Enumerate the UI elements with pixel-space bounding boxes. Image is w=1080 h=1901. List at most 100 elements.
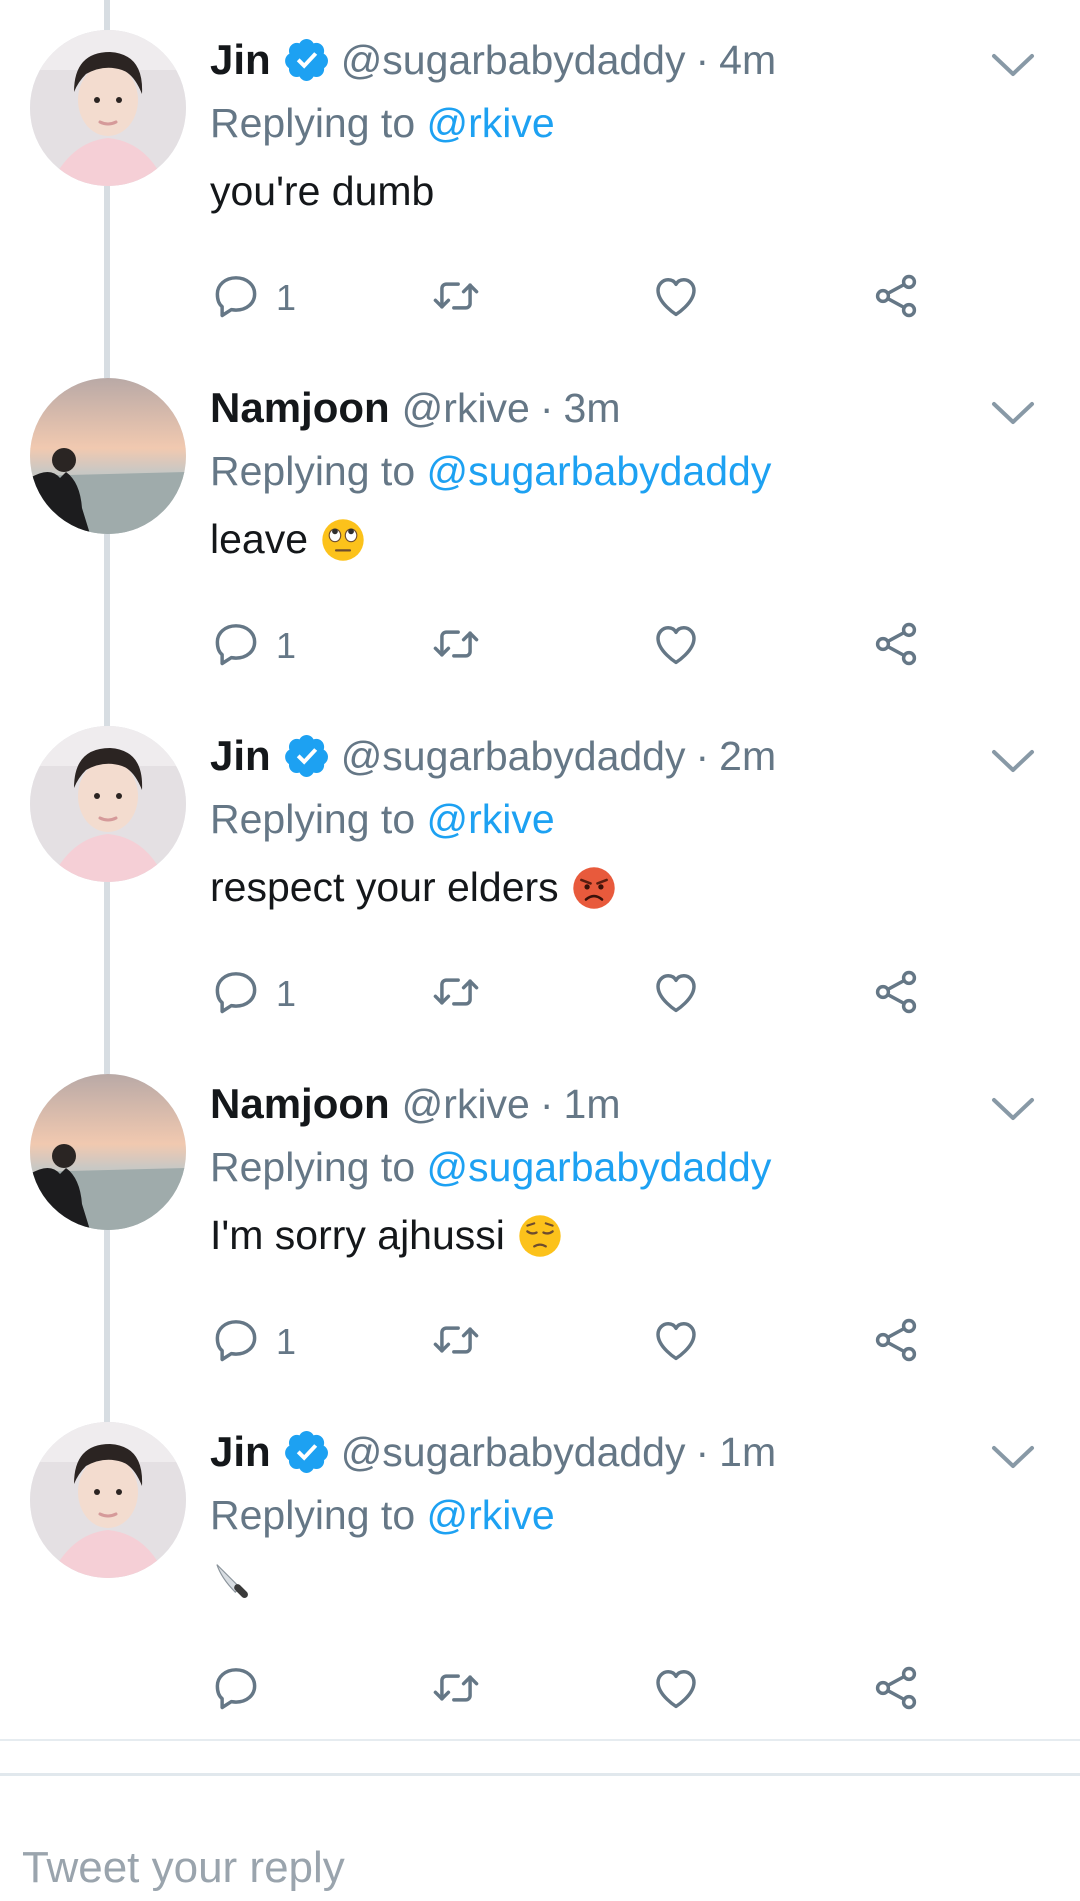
- tweet[interactable]: Jin @sugarbabydaddy · 4m Replying to @rkive y…: [0, 0, 1080, 348]
- user-handle[interactable]: @sugarbabydaddy: [341, 37, 686, 84]
- user-handle[interactable]: @rkive: [402, 1081, 530, 1128]
- like-button[interactable]: [650, 268, 702, 328]
- retweet-button[interactable]: [430, 1660, 482, 1720]
- retweet-icon: [430, 1662, 482, 1719]
- tweet-actions: 1: [210, 616, 950, 676]
- avatar[interactable]: [30, 1422, 186, 1578]
- divider: [0, 1773, 1080, 1776]
- replying-to-label: Replying to: [210, 1492, 416, 1538]
- replying-to: Replying to @sugarbabydaddy: [210, 448, 771, 495]
- tweet-thread: Jin @sugarbabydaddy · 4m Replying to @rkive y…: [0, 0, 1080, 1901]
- tweet-header: Jin @sugarbabydaddy · 4m: [210, 30, 970, 90]
- reply-input[interactable]: [22, 1838, 922, 1898]
- timestamp[interactable]: 1m: [564, 1081, 621, 1128]
- verified-badge-icon: [283, 732, 331, 780]
- timestamp[interactable]: 1m: [719, 1429, 776, 1476]
- share-button[interactable]: [870, 1660, 922, 1720]
- tweet-text: leave: [210, 516, 366, 563]
- reply-icon: [210, 966, 262, 1023]
- chevron-down-icon[interactable]: [990, 398, 1036, 428]
- share-icon: [870, 1662, 922, 1719]
- retweet-button[interactable]: [430, 964, 482, 1024]
- reply-icon: [210, 1314, 262, 1371]
- timestamp[interactable]: 2m: [719, 733, 776, 780]
- chevron-down-icon[interactable]: [990, 1094, 1036, 1124]
- avatar[interactable]: [30, 726, 186, 882]
- tweet[interactable]: Namjoon @rkive · 1m Replying to @sugarbabyda…: [0, 1044, 1080, 1392]
- tweet-header: Namjoon @rkive · 3m: [210, 378, 970, 438]
- pouting-face-icon: [571, 865, 617, 911]
- timestamp[interactable]: 4m: [719, 37, 776, 84]
- tweet-text-content: you're dumb: [210, 168, 435, 214]
- reply-count: 1: [276, 277, 297, 318]
- replying-to: Replying to @rkive: [210, 796, 555, 843]
- reply-count: 1: [276, 625, 297, 666]
- reply-button[interactable]: [210, 1660, 262, 1720]
- tweet-actions: 1: [210, 964, 950, 1024]
- tweet-text: respect your elders: [210, 864, 617, 911]
- kitchen-knife-icon: [210, 1560, 256, 1606]
- chevron-down-icon[interactable]: [990, 50, 1036, 80]
- tweet-text-content: respect your elders: [210, 864, 559, 910]
- retweet-button[interactable]: [430, 1312, 482, 1372]
- replying-to: Replying to @rkive: [210, 1492, 555, 1539]
- tweet-text: [210, 1560, 256, 1606]
- reply-button[interactable]: 1: [210, 964, 296, 1024]
- display-name[interactable]: Jin: [210, 732, 271, 780]
- share-button[interactable]: [870, 268, 922, 328]
- separator: ·: [539, 1080, 554, 1127]
- share-button[interactable]: [870, 616, 922, 676]
- retweet-icon: [430, 1314, 482, 1371]
- chevron-down-icon[interactable]: [990, 1442, 1036, 1472]
- tweet[interactable]: Jin @sugarbabydaddy · 2m Replying to @rkive r…: [0, 696, 1080, 1044]
- avatar[interactable]: [30, 1074, 186, 1230]
- display-name[interactable]: Namjoon: [210, 384, 390, 432]
- reply-count: 1: [276, 1321, 297, 1362]
- retweet-icon: [430, 618, 482, 675]
- user-handle[interactable]: @rkive: [402, 385, 530, 432]
- reply-button[interactable]: 1: [210, 268, 296, 328]
- like-button[interactable]: [650, 1312, 702, 1372]
- mention-link[interactable]: @rkive: [427, 100, 555, 146]
- reply-count: 1: [276, 973, 297, 1014]
- tweet-header: Jin @sugarbabydaddy · 1m: [210, 1422, 970, 1482]
- reply-icon: [210, 270, 262, 327]
- chevron-down-icon[interactable]: [990, 746, 1036, 776]
- mention-link[interactable]: @rkive: [427, 1492, 555, 1538]
- user-handle[interactable]: @sugarbabydaddy: [341, 1429, 686, 1476]
- display-name[interactable]: Jin: [210, 1428, 271, 1476]
- like-button[interactable]: [650, 1660, 702, 1720]
- separator: ·: [695, 36, 710, 83]
- avatar[interactable]: [30, 378, 186, 534]
- verified-badge-icon: [283, 1428, 331, 1476]
- user-handle[interactable]: @sugarbabydaddy: [341, 733, 686, 780]
- tweet[interactable]: Namjoon @rkive · 3m Replying to @sugarbabyda…: [0, 348, 1080, 696]
- mention-link[interactable]: @rkive: [427, 796, 555, 842]
- share-icon: [870, 1314, 922, 1371]
- share-button[interactable]: [870, 1312, 922, 1372]
- mention-link[interactable]: @sugarbabydaddy: [427, 1144, 772, 1190]
- retweet-button[interactable]: [430, 268, 482, 328]
- reply-button[interactable]: 1: [210, 616, 296, 676]
- reply-icon: [210, 618, 262, 675]
- mention-link[interactable]: @sugarbabydaddy: [427, 448, 772, 494]
- like-button[interactable]: [650, 964, 702, 1024]
- separator: ·: [539, 384, 554, 431]
- heart-icon: [650, 270, 702, 327]
- tweet[interactable]: Jin @sugarbabydaddy · 1m Replying to @rkive: [0, 1392, 1080, 1740]
- tweet-text-content: leave: [210, 516, 309, 562]
- retweet-button[interactable]: [430, 616, 482, 676]
- like-button[interactable]: [650, 616, 702, 676]
- heart-icon: [650, 966, 702, 1023]
- share-icon: [870, 618, 922, 675]
- replying-to-label: Replying to: [210, 1144, 416, 1190]
- display-name[interactable]: Jin: [210, 36, 271, 84]
- divider: [0, 1739, 1080, 1741]
- replying-to-label: Replying to: [210, 448, 416, 494]
- share-button[interactable]: [870, 964, 922, 1024]
- display-name[interactable]: Namjoon: [210, 1080, 390, 1128]
- avatar[interactable]: [30, 30, 186, 186]
- heart-icon: [650, 1314, 702, 1371]
- timestamp[interactable]: 3m: [564, 385, 621, 432]
- reply-button[interactable]: 1: [210, 1312, 296, 1372]
